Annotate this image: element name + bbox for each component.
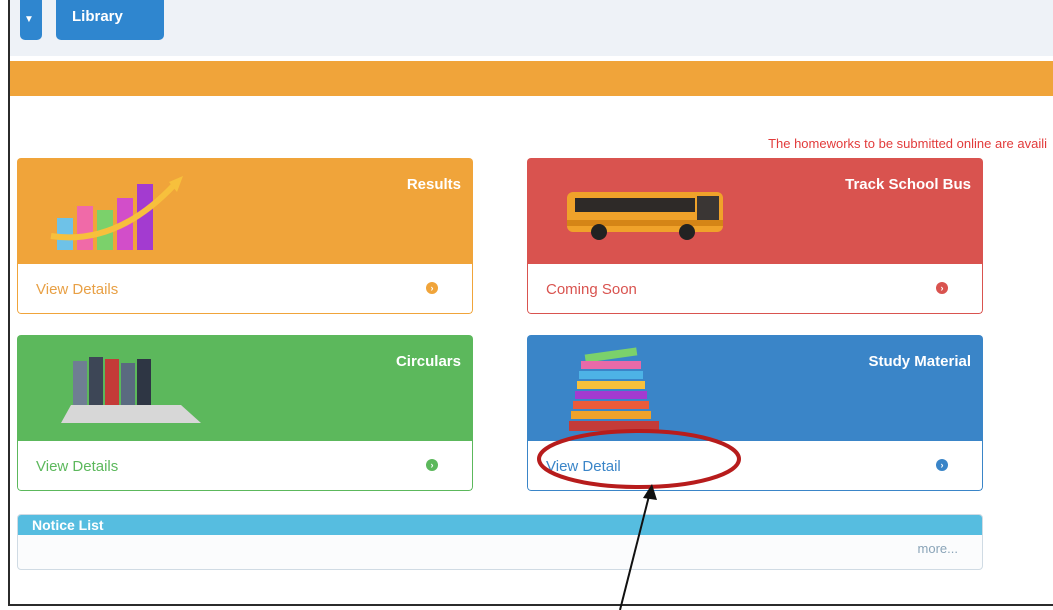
track-school-bus-coming-soon[interactable]: Coming Soon ›	[527, 264, 983, 314]
circulars-view-details-link[interactable]: View Details ›	[17, 441, 473, 491]
homework-notice-marquee: The homeworks to be submitted online are…	[768, 136, 1047, 151]
book-stack-icon	[569, 347, 659, 431]
circulars-title: Circulars	[395, 353, 461, 370]
notice-list-panel: Notice List more...	[17, 514, 983, 570]
track-school-bus-title: Track School Bus	[845, 176, 971, 193]
circulars-tile-header: Circulars	[17, 335, 473, 441]
arrow-circle-right-icon: ›	[936, 459, 948, 471]
circulars-tile[interactable]: Circulars View Details ›	[17, 335, 473, 491]
track-school-bus-footer-label: Coming Soon	[546, 281, 637, 298]
study-material-footer-label: View Detail	[546, 458, 621, 475]
arrow-circle-right-icon: ›	[426, 282, 438, 294]
results-footer-label: View Details	[36, 281, 119, 298]
arrow-circle-right-icon: ›	[936, 282, 948, 294]
study-material-title: Study Material	[868, 353, 971, 370]
notice-list-title: Notice List	[18, 515, 982, 535]
results-view-details-link[interactable]: View Details ›	[17, 264, 473, 314]
arrow-circle-right-icon: ›	[426, 459, 438, 471]
results-tile[interactable]: Results View Details ›	[17, 158, 473, 314]
study-material-view-detail-link[interactable]: View Detail ›	[527, 441, 983, 491]
track-school-bus-tile[interactable]: Track School Bus Coming Soon ›	[527, 158, 983, 314]
study-material-tile-header: Study Material	[527, 335, 983, 441]
binders-laptop-icon	[61, 357, 201, 423]
bar-chart-icon	[50, 176, 183, 250]
results-tile-header: Results	[17, 158, 473, 264]
notice-more-link[interactable]: more...	[918, 541, 958, 556]
study-material-tile[interactable]: Study Material View Detail ›	[527, 335, 983, 491]
dashboard-content: The homeworks to be submitted online are…	[10, 100, 1053, 590]
circulars-footer-label: View Details	[36, 458, 119, 475]
school-bus-icon	[567, 192, 723, 240]
results-title: Results	[406, 176, 461, 193]
track-school-bus-tile-header: Track School Bus	[527, 158, 983, 264]
